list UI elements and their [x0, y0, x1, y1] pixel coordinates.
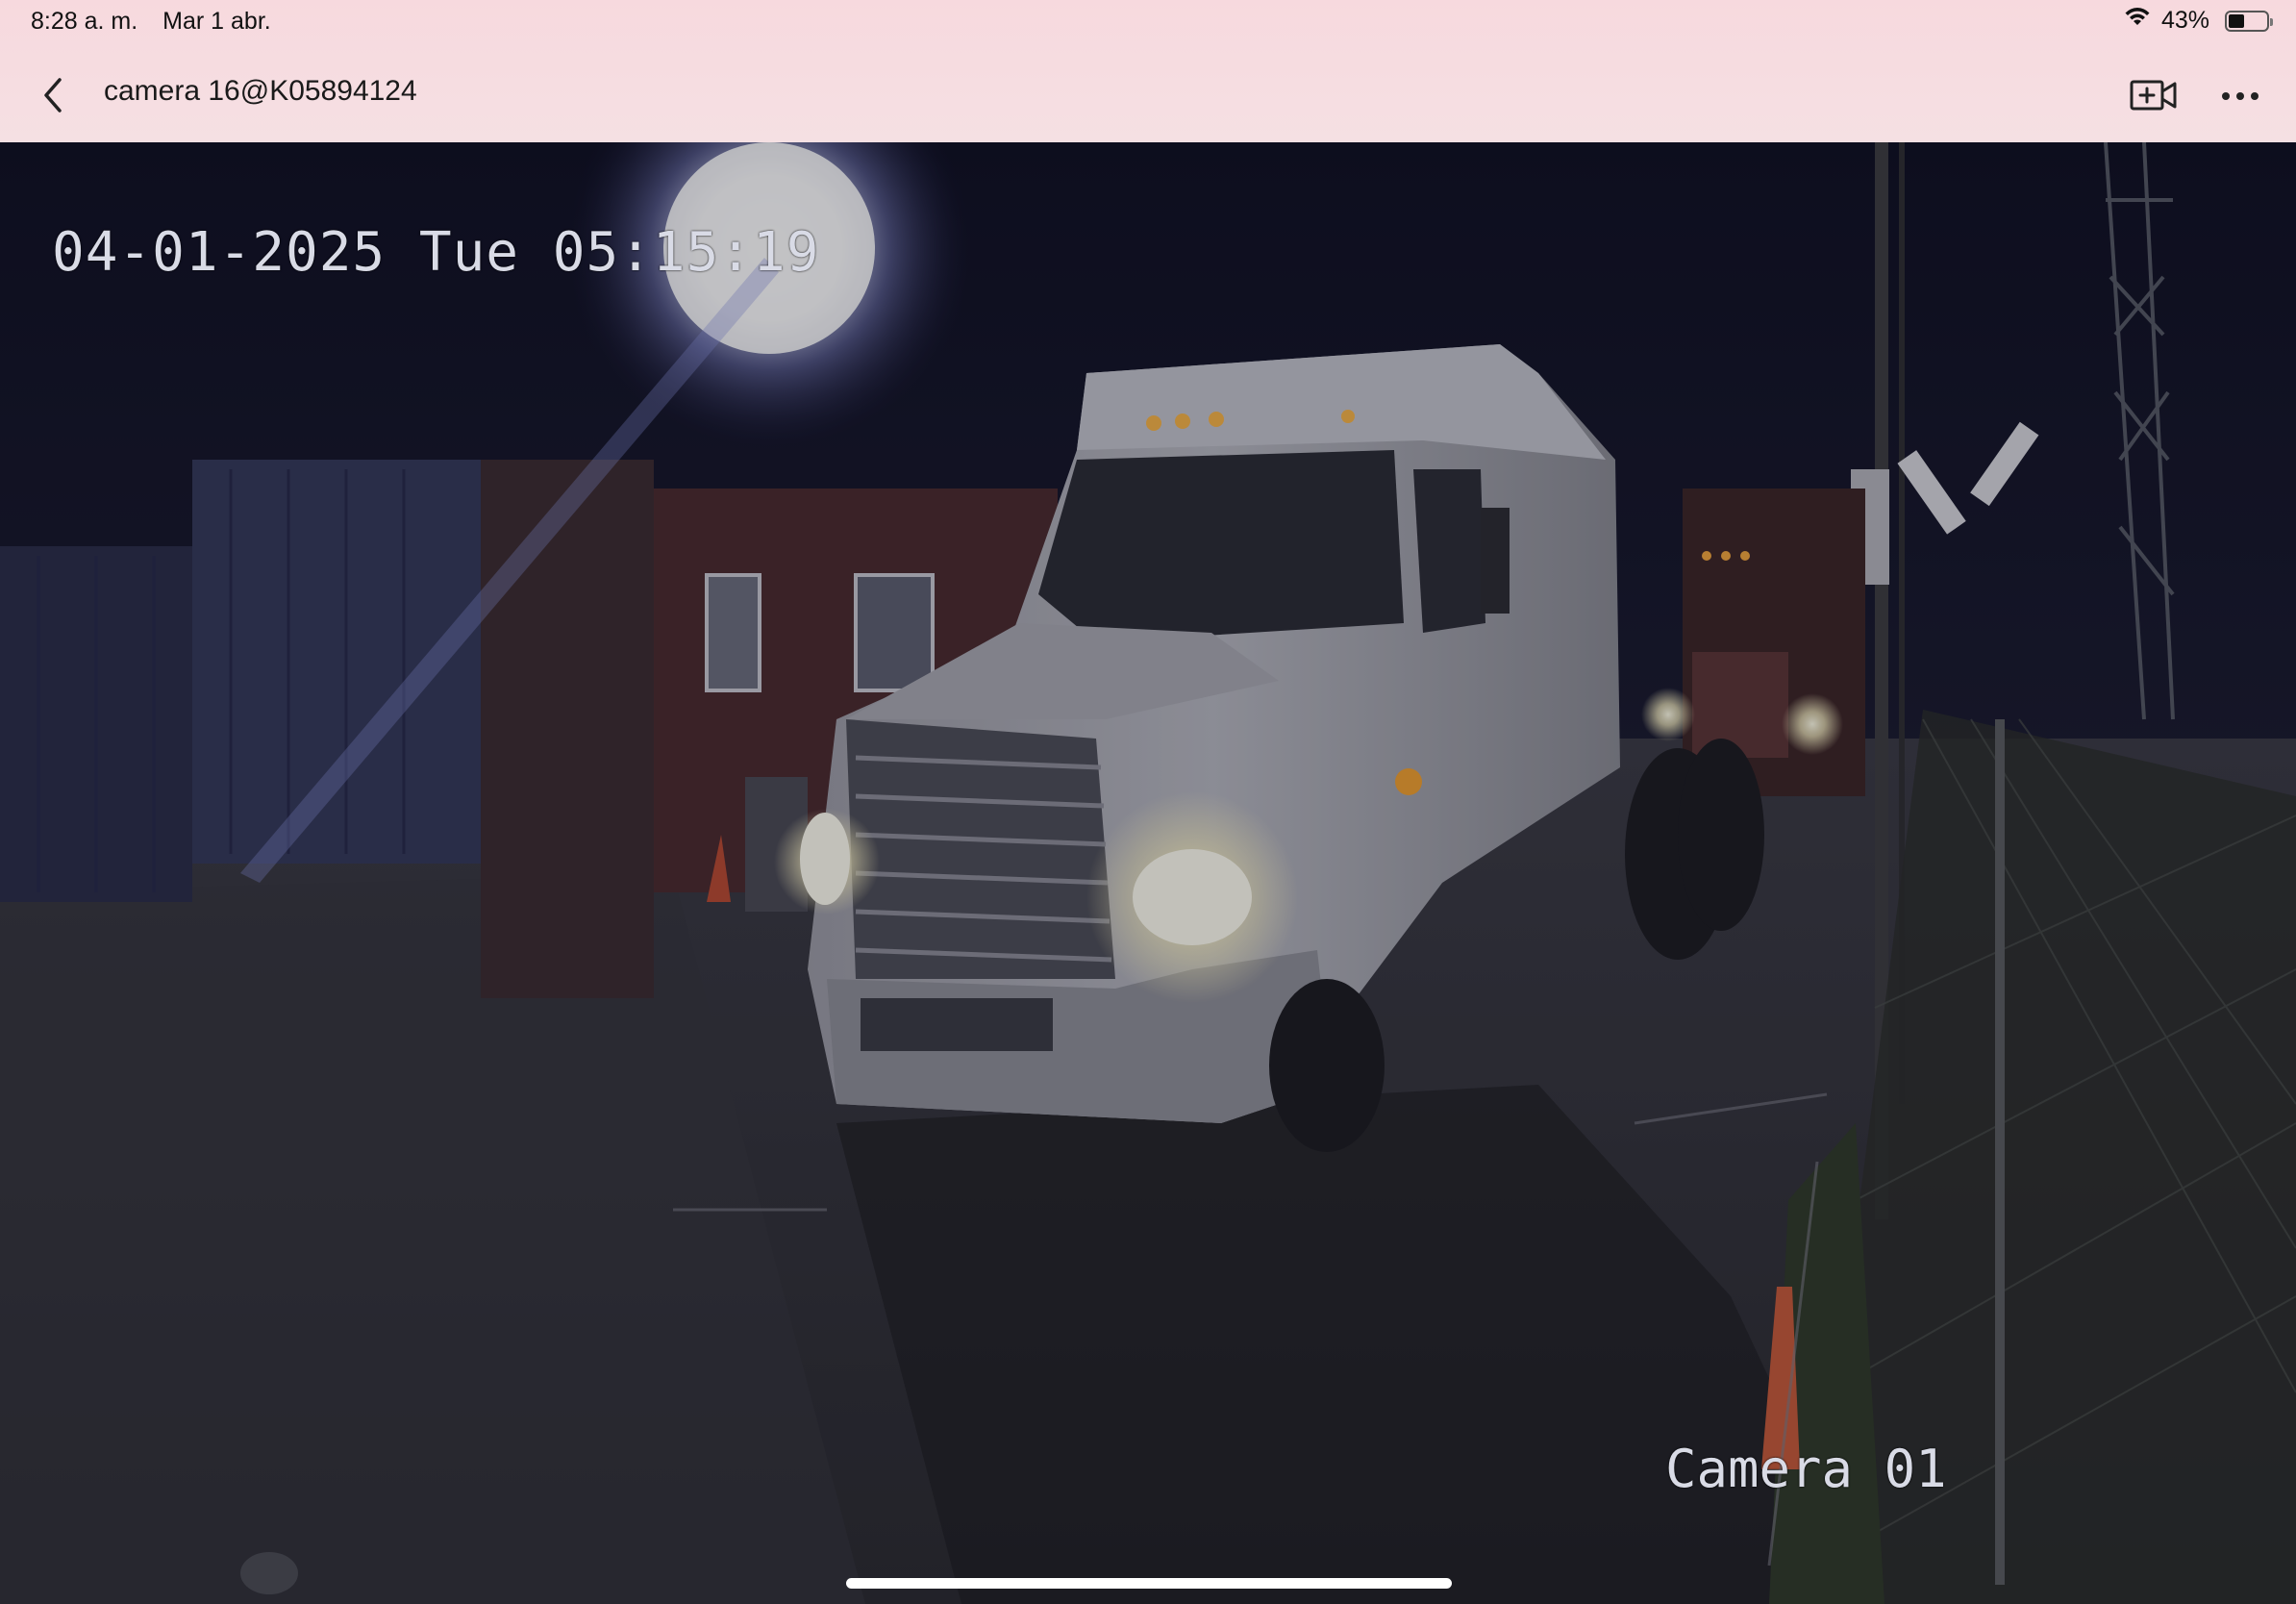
screen: 8:28 a. m. Mar 1 abr. 43% camera 16@K058…	[0, 0, 2296, 1604]
battery-cap	[2270, 17, 2273, 26]
feed-timestamp: 04-01-2025 Tue 05:15:19	[52, 221, 820, 284]
video-add-icon	[2130, 78, 2178, 117]
battery-percentage: 43%	[2160, 7, 2209, 34]
back-button[interactable]	[29, 73, 77, 121]
ellipsis-icon	[2221, 88, 2259, 106]
status-time: 8:28 a. m.	[31, 8, 138, 35]
battery-icon	[2225, 10, 2273, 32]
wifi-icon	[2123, 6, 2152, 36]
feed-camera-label: Camera 01	[1665, 1439, 1947, 1499]
status-bar-right: 43%	[2123, 6, 2273, 36]
battery-level	[2229, 13, 2244, 28]
camera-feed-image	[0, 142, 2296, 1604]
home-indicator[interactable]	[846, 1578, 1452, 1589]
record-clip-button[interactable]	[2125, 73, 2183, 121]
camera-feed[interactable]: 04-01-2025 Tue 05:15:19 Camera 01	[0, 142, 2296, 1604]
camera-title: camera 16@K05894124	[104, 75, 417, 107]
more-options-button[interactable]	[2211, 73, 2269, 121]
chevron-left-icon	[42, 77, 63, 118]
status-date: Mar 1 abr.	[162, 8, 271, 35]
navigation-bar: camera 16@K05894124	[0, 56, 2296, 142]
app-header: 8:28 a. m. Mar 1 abr. 43% camera 16@K058…	[0, 0, 2296, 142]
status-bar-left: 8:28 a. m. Mar 1 abr.	[31, 8, 271, 36]
